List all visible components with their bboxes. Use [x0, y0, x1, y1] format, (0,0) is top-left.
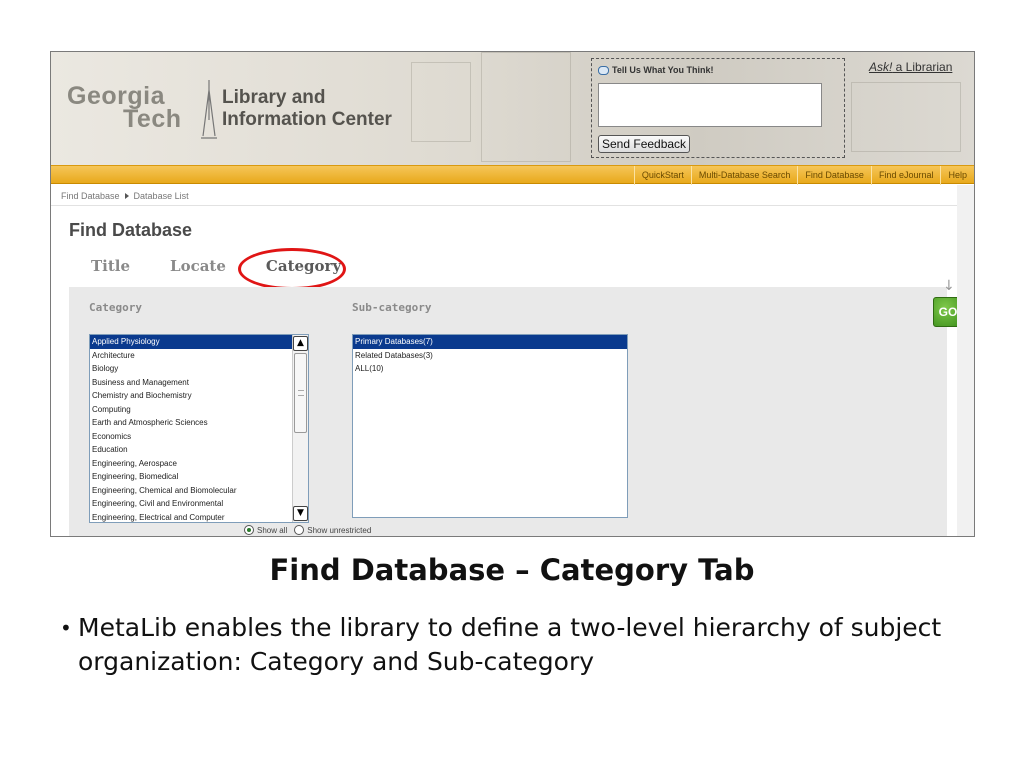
subcategory-label: Sub-category — [352, 301, 432, 314]
category-option[interactable]: Engineering, Civil and Environmental — [90, 497, 308, 511]
bullet-icon: • — [60, 616, 72, 640]
scroll-grip-icon — [298, 390, 304, 396]
category-option[interactable]: Chemistry and Biochemistry — [90, 389, 308, 403]
category-option[interactable]: Business and Management — [90, 376, 308, 390]
feedback-title: Tell Us What You Think! — [598, 65, 714, 75]
page-title: Find Database — [69, 220, 193, 240]
slide-bullet-text: MetaLib enables the library to define a … — [78, 613, 942, 676]
category-option[interactable]: Engineering, Electrical and Computer — [90, 511, 308, 523]
category-option[interactable]: Engineering, Chemical and Biomolecular — [90, 484, 308, 498]
logo-library-line1: Library and — [222, 87, 326, 108]
send-feedback-button[interactable]: Send Feedback — [598, 135, 691, 153]
screenshot-frame: Georgia Tech Library and Information Cen… — [50, 51, 975, 537]
subcategory-option[interactable]: ALL(10) — [353, 362, 627, 376]
tab-locate[interactable]: Locate — [170, 257, 226, 275]
category-option[interactable]: Engineering, Aerospace — [90, 457, 308, 471]
scroll-up-icon[interactable]: ▲ — [293, 336, 308, 351]
logo-library-line2: Information Center — [222, 109, 392, 130]
category-option[interactable]: Economics — [90, 430, 308, 444]
category-label: Category — [89, 301, 142, 314]
breadcrumb-divider — [51, 205, 957, 206]
top-nav-bar: QuickStart Multi-Database Search Find Da… — [51, 165, 974, 185]
slide: Georgia Tech Library and Information Cen… — [0, 0, 1024, 768]
header-banner: Georgia Tech Library and Information Cen… — [51, 52, 974, 166]
breadcrumb-database-list: Database List — [133, 191, 189, 201]
main-content: Find Database Database List Find Databas… — [51, 185, 963, 536]
category-option[interactable]: Architecture — [90, 349, 308, 363]
scroll-thumb[interactable] — [294, 353, 307, 433]
category-scrollbar[interactable]: ▲ ▼ — [292, 335, 308, 522]
down-arrow-icon: ↓ — [943, 278, 955, 294]
nav-quickstart[interactable]: QuickStart — [633, 166, 691, 185]
speech-bubble-icon — [598, 65, 609, 75]
breadcrumb-find-database[interactable]: Find Database — [61, 191, 120, 201]
show-unrestricted-radio[interactable] — [294, 525, 305, 535]
ask-suffix: a Librarian — [892, 60, 953, 74]
show-unrestricted-label: Show unrestricted — [307, 525, 372, 535]
ask-a-librarian-link[interactable]: Ask! a Librarian — [869, 60, 952, 74]
show-all-label: Show all — [257, 525, 288, 535]
category-option[interactable]: Computing — [90, 403, 308, 417]
breadcrumb: Find Database Database List — [61, 191, 189, 201]
feedback-title-text: Tell Us What You Think! — [612, 65, 714, 75]
highlight-circle — [238, 248, 346, 290]
feedback-box: Tell Us What You Think! Send Feedback — [591, 58, 845, 158]
nav-find-ejournal[interactable]: Find eJournal — [870, 166, 941, 185]
feedback-textarea[interactable] — [598, 83, 822, 127]
ask-prefix: Ask! — [869, 60, 893, 74]
right-margin-strip — [957, 185, 974, 536]
category-panel: Category Sub-category Applied Physiology… — [69, 287, 947, 536]
subcategory-listbox[interactable]: Primary Databases(7) Related Databases(3… — [352, 334, 628, 518]
logo-tower-icon — [201, 80, 217, 139]
category-listbox[interactable]: Applied Physiology Architecture Biology … — [89, 334, 309, 523]
subcategory-option[interactable]: Related Databases(3) — [353, 349, 627, 363]
nav-find-database[interactable]: Find Database — [797, 166, 871, 185]
category-option[interactable]: Earth and Atmospheric Sciences — [90, 416, 308, 430]
banner-decoration — [851, 82, 961, 152]
nav-multi-database-search[interactable]: Multi-Database Search — [690, 166, 798, 185]
slide-title: Find Database – Category Tab — [269, 553, 755, 587]
show-all-radio[interactable] — [244, 525, 254, 535]
nav-items: QuickStart Multi-Database Search Find Da… — [633, 166, 974, 185]
tab-title[interactable]: Title — [91, 257, 130, 275]
banner-decoration — [411, 62, 471, 142]
scroll-down-icon[interactable]: ▼ — [293, 506, 308, 521]
category-option[interactable]: Applied Physiology — [90, 335, 308, 349]
category-option[interactable]: Education — [90, 443, 308, 457]
category-option[interactable]: Engineering, Biomedical — [90, 470, 308, 484]
filter-radio-group: Show all Show unrestricted — [244, 525, 371, 535]
nav-help[interactable]: Help — [940, 166, 974, 185]
slide-bullet: • MetaLib enables the library to define … — [60, 611, 960, 679]
breadcrumb-arrow-icon — [124, 193, 129, 199]
banner-decoration — [481, 52, 571, 162]
category-option[interactable]: Biology — [90, 362, 308, 376]
subcategory-option[interactable]: Primary Databases(7) — [353, 335, 627, 349]
logo-tech: Tech — [123, 105, 182, 133]
